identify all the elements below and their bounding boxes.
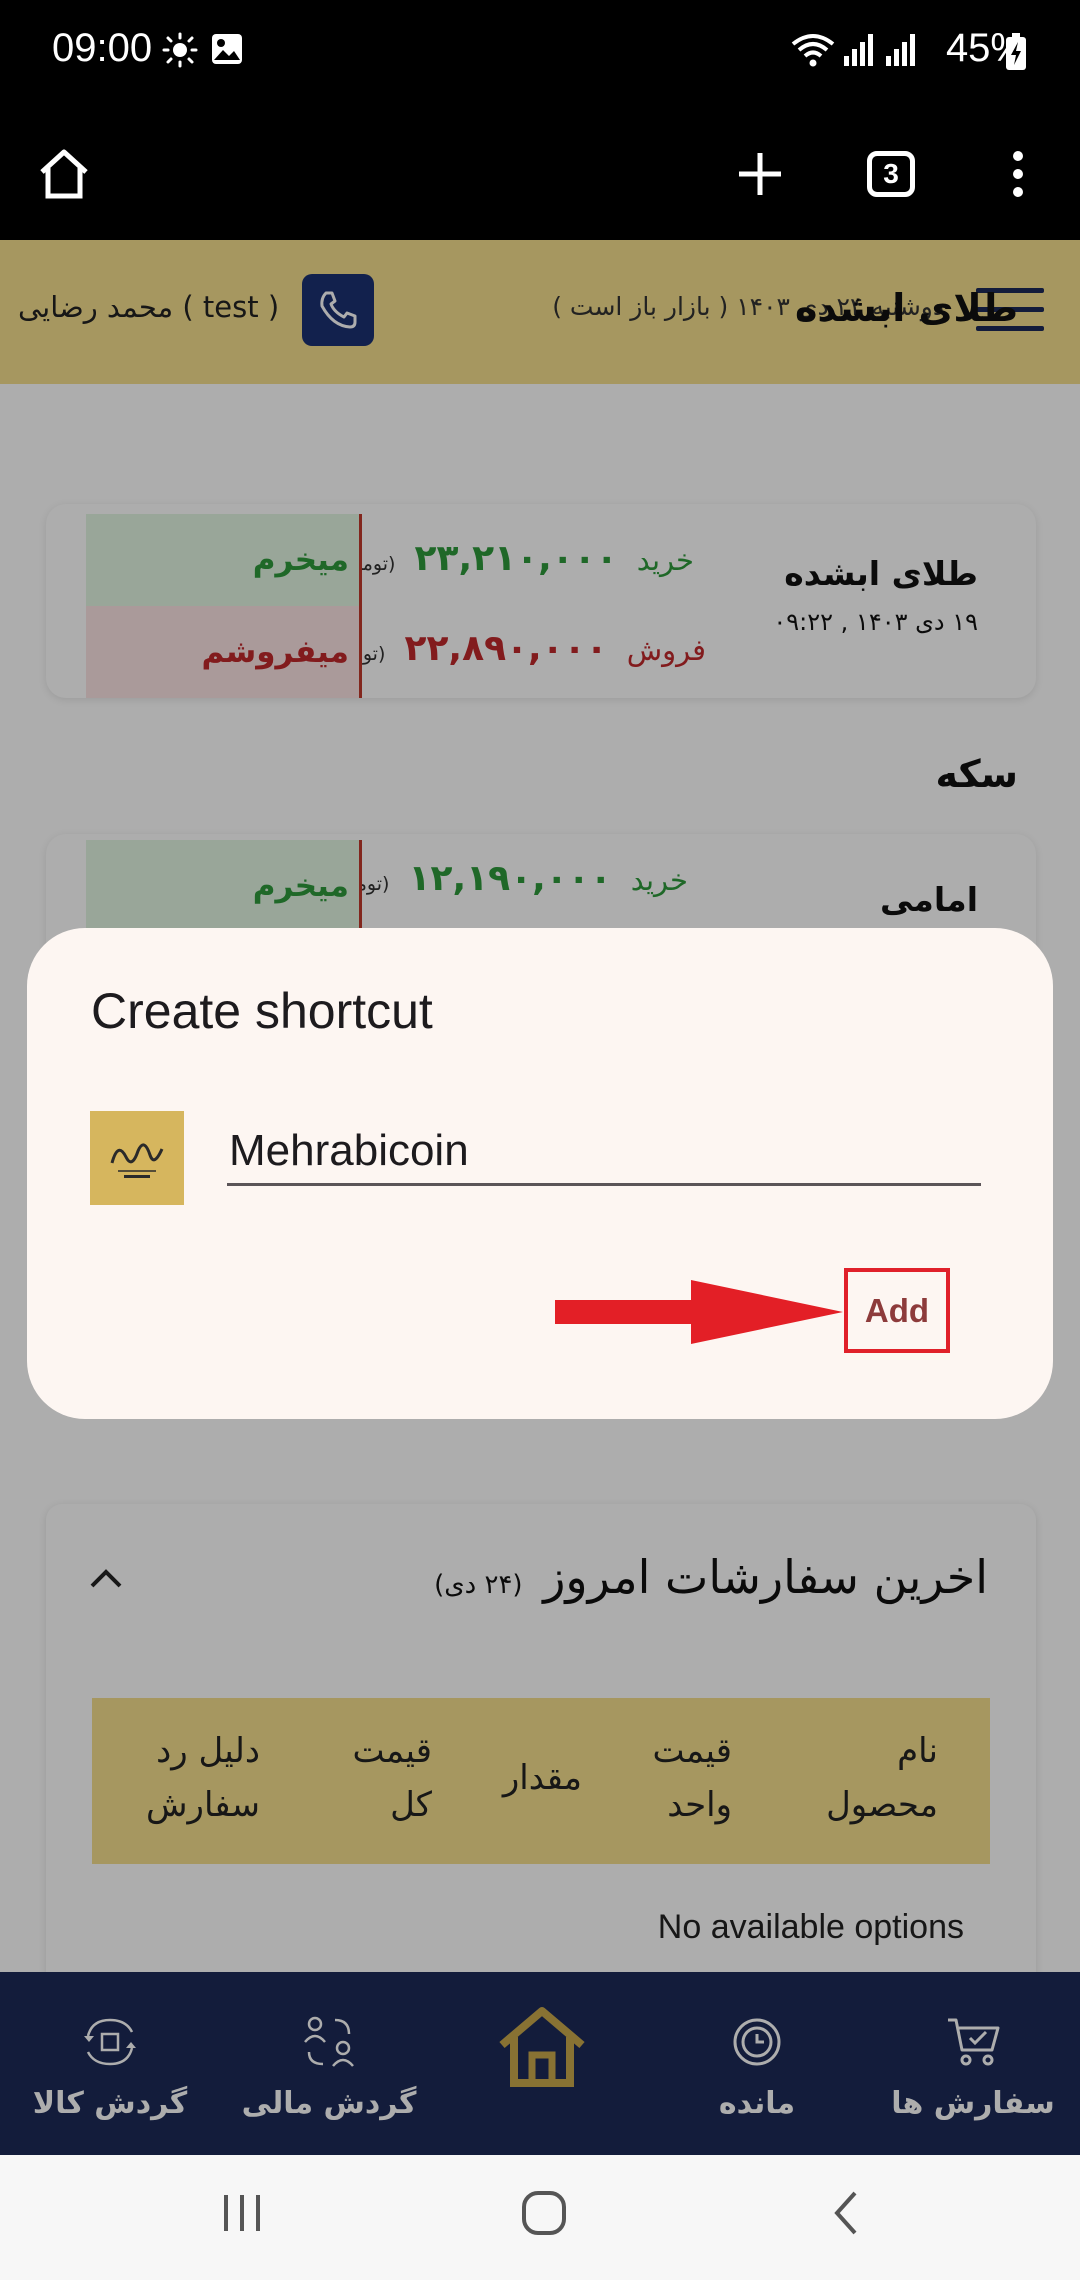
new-tab-button[interactable] — [722, 136, 798, 212]
back-icon — [834, 2191, 857, 2235]
app-logo-icon — [90, 1111, 184, 1205]
system-home-button[interactable] — [504, 2183, 584, 2243]
clock: 09:00 — [52, 26, 153, 70]
annotation-arrow-icon — [555, 1280, 843, 1344]
shortcut-name-input[interactable] — [227, 1118, 981, 1186]
plus-icon — [739, 153, 781, 195]
add-button[interactable]: Add — [844, 1268, 950, 1353]
recents-button[interactable] — [202, 2183, 282, 2243]
more-menu-button[interactable] — [980, 136, 1056, 212]
home-icon — [40, 149, 88, 199]
brightness-icon — [162, 32, 198, 72]
dialog-title: Create shortcut — [91, 983, 433, 1039]
wifi-icon — [790, 32, 836, 72]
tabs-icon: 3 — [867, 151, 915, 197]
image-icon — [210, 32, 244, 70]
more-vert-icon — [1013, 151, 1023, 197]
home-circle-icon — [522, 2191, 566, 2235]
status-bar: 09:00 45% — [0, 0, 1080, 108]
tabs-button[interactable]: 3 — [853, 136, 929, 212]
home-button[interactable] — [26, 136, 102, 212]
signal-icon — [842, 32, 876, 72]
battery-charging-icon — [1004, 32, 1028, 76]
signal-icon — [884, 32, 918, 72]
system-nav-bar — [0, 2155, 1080, 2280]
browser-toolbar: 3 — [0, 108, 1080, 240]
back-button[interactable] — [806, 2183, 886, 2243]
recents-icon — [224, 2195, 260, 2231]
